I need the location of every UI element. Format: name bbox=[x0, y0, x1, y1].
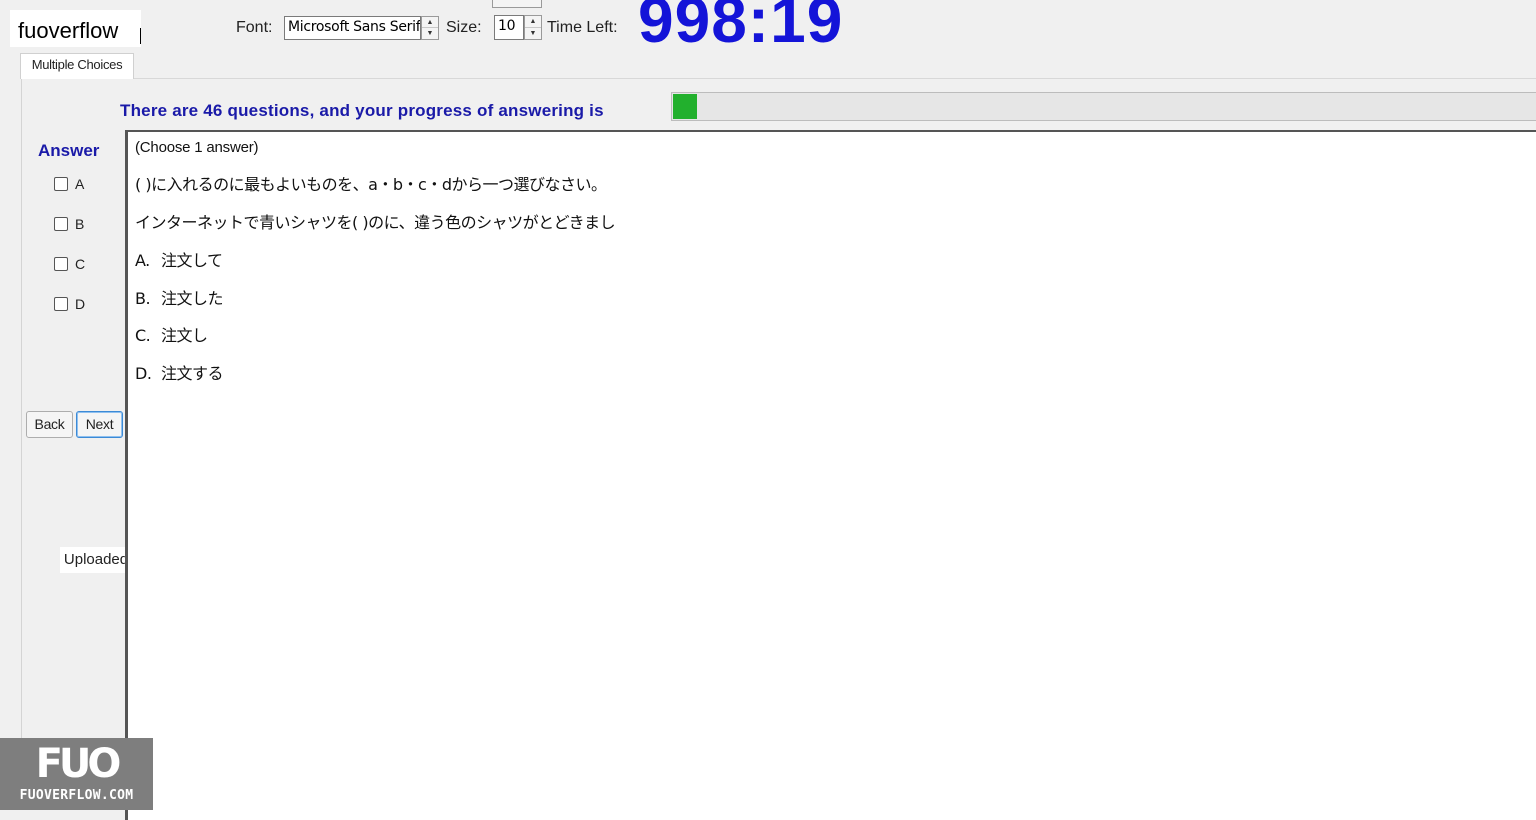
choice-text: 注文して bbox=[161, 251, 223, 270]
answer-option-d[interactable]: D bbox=[54, 295, 85, 313]
answer-option-c[interactable]: C bbox=[54, 255, 85, 273]
answer-title: Answer bbox=[38, 141, 100, 160]
brand-name: fuoverflow bbox=[18, 18, 119, 43]
countdown-timer: 998:19 bbox=[638, 0, 844, 56]
answer-option-label: C bbox=[75, 256, 86, 272]
progress-bar bbox=[671, 92, 1536, 121]
size-input[interactable]: 10 bbox=[494, 15, 524, 40]
progress-text: There are 46 questions, and your progres… bbox=[120, 101, 604, 120]
checkbox[interactable] bbox=[54, 217, 68, 231]
tab-multiple-choices[interactable]: Multiple Choices bbox=[20, 53, 134, 79]
question-prompt: ( )に入れるのに最もよいものを、a・b・c・dから一つ選びなさい。 bbox=[135, 175, 607, 194]
choice-letter: D. bbox=[135, 364, 152, 383]
question-instruction: (Choose 1 answer) bbox=[135, 139, 259, 156]
answer-option-b[interactable]: B bbox=[54, 215, 84, 233]
choice-letter: B. bbox=[135, 289, 151, 308]
choice-text: 注文し bbox=[161, 326, 208, 345]
question-sentence: インターネットで青いシャツを( )のに、違う色のシャツがとどきまし bbox=[135, 213, 616, 232]
size-spinner[interactable]: ▲ ▼ bbox=[524, 15, 542, 40]
font-label: Font: bbox=[236, 19, 273, 36]
clipped-spinner bbox=[492, 0, 542, 8]
choice-letter: A. bbox=[135, 251, 150, 270]
spinner-up-icon[interactable]: ▲ bbox=[422, 17, 438, 28]
checkbox[interactable] bbox=[54, 177, 68, 191]
choice-a: A. 注文して bbox=[135, 250, 223, 272]
choice-text: 注文した bbox=[161, 289, 224, 308]
choice-d: D. 注文する bbox=[135, 363, 224, 385]
spinner-down-icon[interactable]: ▼ bbox=[525, 28, 541, 40]
choice-letter: C. bbox=[135, 326, 151, 345]
choice-text: 注文する bbox=[161, 364, 224, 383]
back-button[interactable]: Back bbox=[26, 411, 73, 438]
watermark-logo: FUO FUOVERFLOW.COM bbox=[0, 738, 153, 810]
answer-option-label: D bbox=[75, 296, 86, 312]
checkbox[interactable] bbox=[54, 257, 68, 271]
logo-mark: FUO bbox=[35, 741, 122, 787]
checkbox[interactable] bbox=[54, 297, 68, 311]
answer-option-a[interactable]: A bbox=[54, 175, 84, 193]
logo-text: FUOVERFLOW.COM bbox=[19, 788, 134, 803]
size-label: Size: bbox=[446, 19, 482, 36]
answer-option-label: A bbox=[75, 176, 85, 192]
spinner-up-icon[interactable]: ▲ bbox=[525, 16, 541, 28]
text-caret bbox=[140, 28, 141, 44]
time-left-label: Time Left: bbox=[547, 19, 618, 36]
tab-panel-border bbox=[21, 78, 22, 810]
font-select[interactable]: Microsoft Sans Serif bbox=[284, 16, 421, 40]
choice-b: B. 注文した bbox=[135, 288, 224, 310]
progress-fill bbox=[673, 94, 697, 119]
choice-c: C. 注文し bbox=[135, 325, 208, 347]
spinner-down-icon[interactable]: ▼ bbox=[422, 28, 438, 39]
tab-panel-border bbox=[21, 78, 1536, 79]
next-button[interactable]: Next bbox=[76, 411, 123, 438]
font-spinner[interactable]: ▲ ▼ bbox=[421, 16, 439, 40]
upload-status: Uploaded bbox=[60, 547, 132, 573]
answer-option-label: B bbox=[75, 216, 85, 232]
